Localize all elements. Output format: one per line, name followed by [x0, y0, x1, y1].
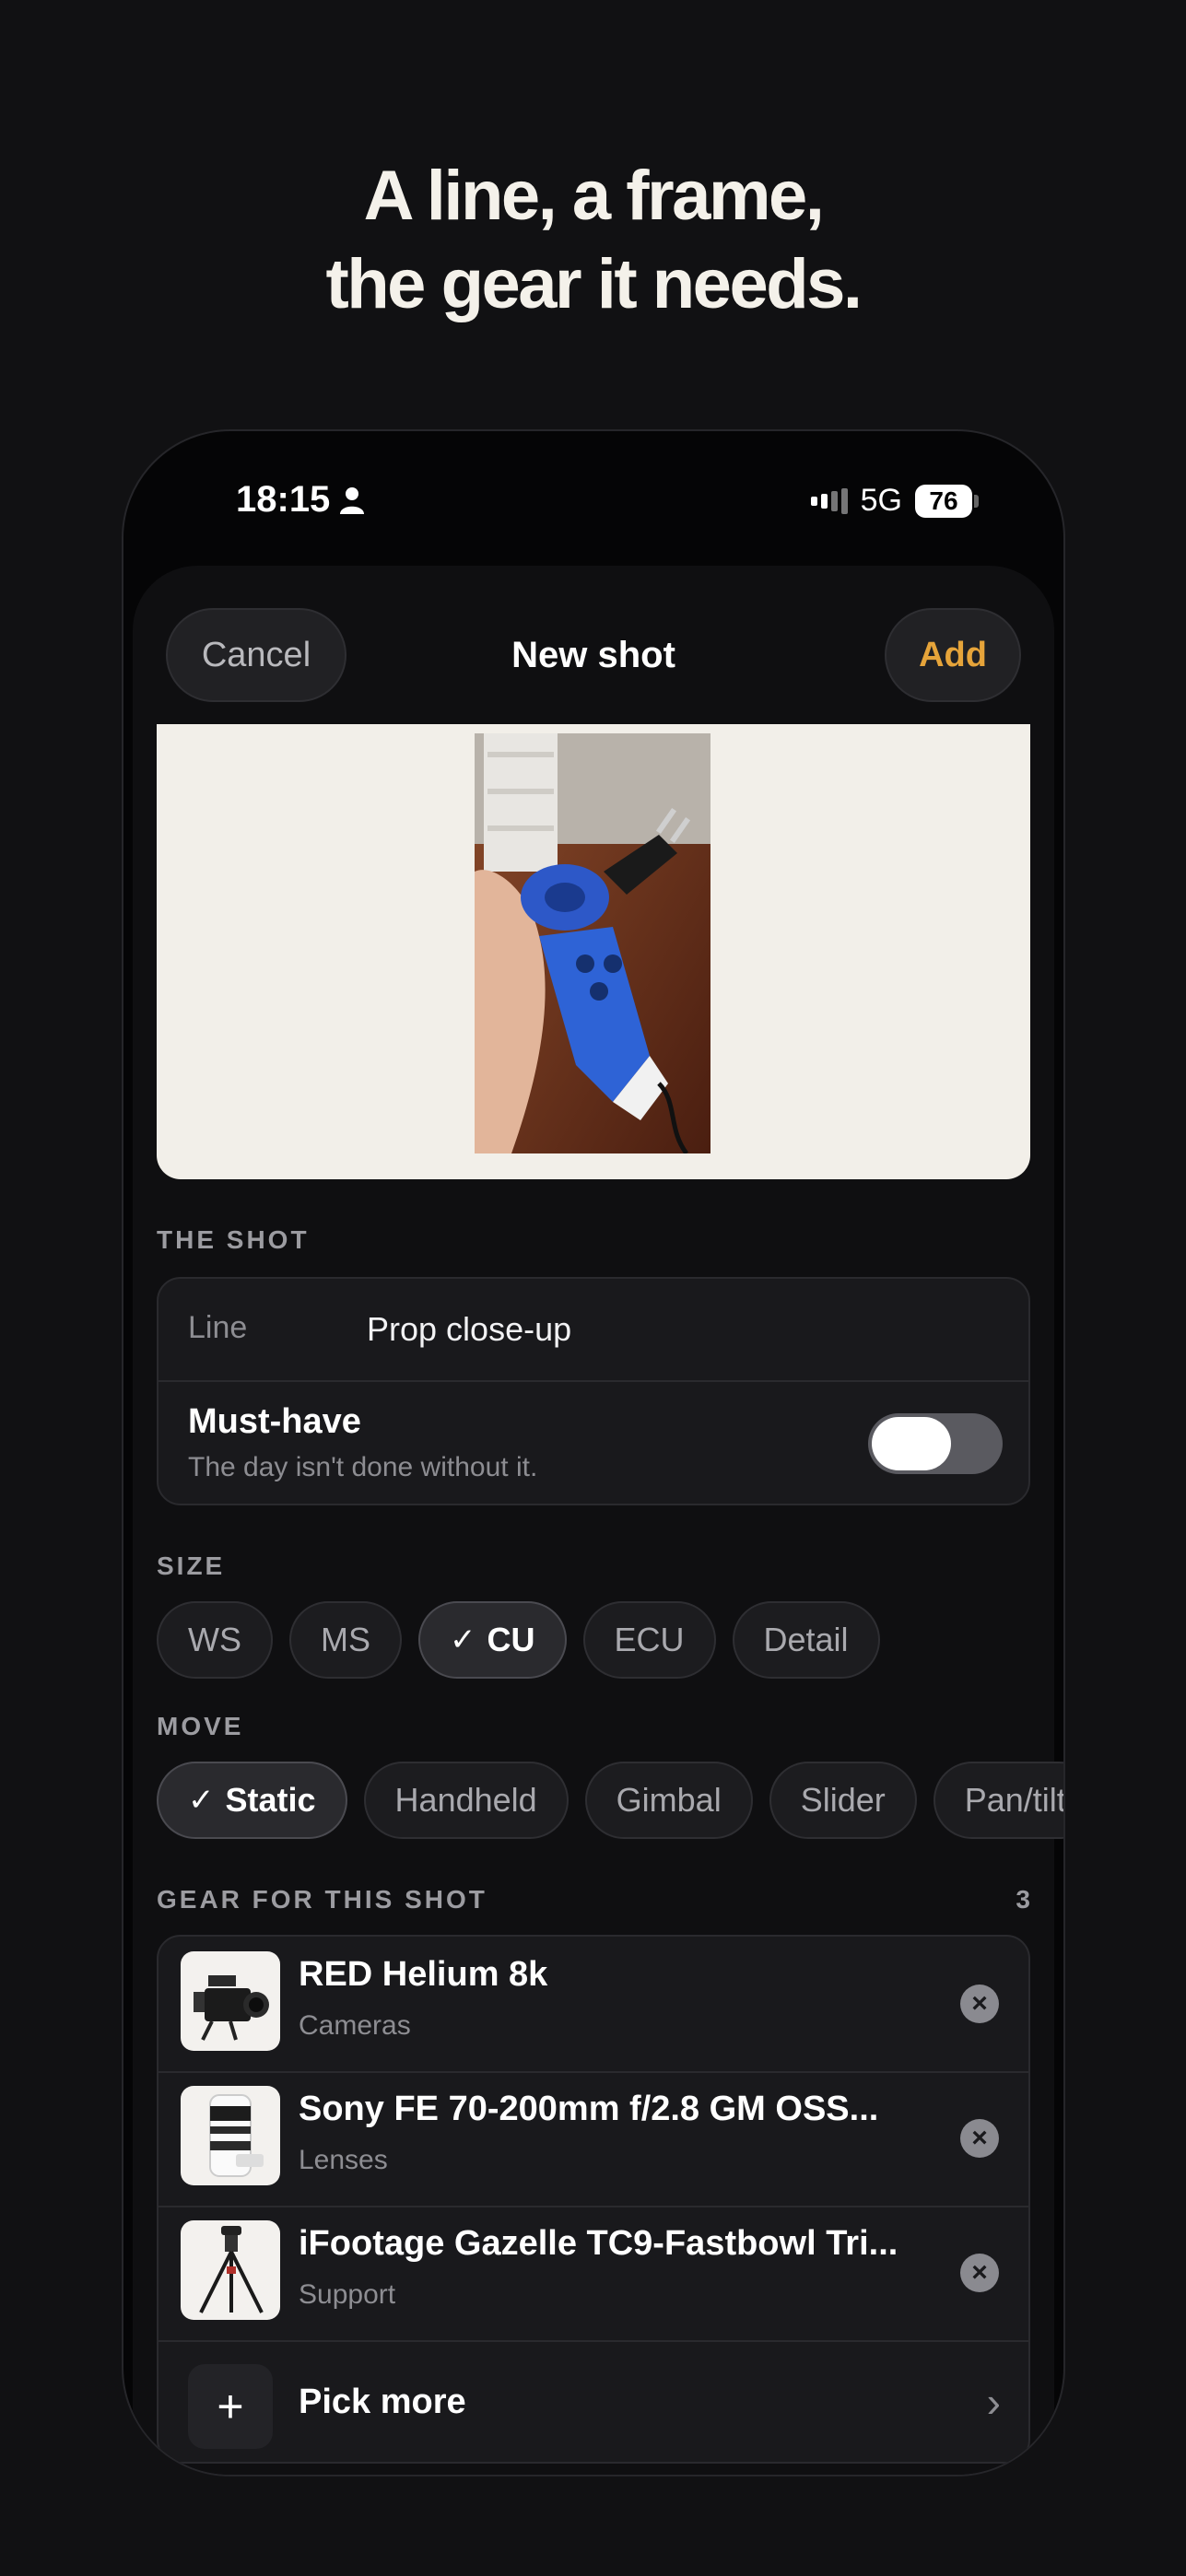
size-chip-cu[interactable]: ✓ CU [418, 1601, 567, 1679]
move-label: MOVE [157, 1712, 244, 1740]
must-have-toggle[interactable] [868, 1413, 1003, 1474]
frame-photo [475, 733, 710, 1153]
size-chip-ecu[interactable]: ECU [582, 1601, 716, 1679]
move-chip-static[interactable]: ✓ Static [157, 1762, 347, 1839]
move-options: ✓ Static Handheld Gimbal Slider Pan/tilt [157, 1762, 1063, 1839]
add-button[interactable]: Add [885, 608, 1021, 702]
must-have-title: Must-have [188, 1402, 361, 1441]
camera-thumb [181, 1951, 280, 2051]
gear-category: Cameras [299, 2010, 411, 2041]
gear-category: Lenses [299, 2145, 388, 2175]
checkmark-icon: ✓ [188, 1783, 215, 1818]
gear-item[interactable]: RED Helium 8k Cameras × [159, 1937, 1028, 2071]
gear-list: RED Helium 8k Cameras × Sony FE 70-200mm… [157, 1935, 1030, 2464]
tripod-thumb [181, 2220, 280, 2320]
chevron-right-icon: › [986, 2378, 1001, 2426]
battery-level: 76 [915, 484, 972, 518]
gear-count: 3 [1016, 1885, 1030, 1914]
signal-icon [810, 487, 848, 514]
headline-line-1: A line, a frame, [363, 157, 825, 235]
status-indicators: 5G 76 [810, 483, 979, 519]
plus-icon: + [188, 2364, 273, 2449]
pick-more-button[interactable]: + Pick more › [159, 2340, 1028, 2462]
gear-name: iFootage Gazelle TC9-Fastbowl Tri... [299, 2224, 898, 2263]
must-have-subtitle: The day isn't done without it. [188, 1452, 538, 1482]
gear-item[interactable]: iFootage Gazelle TC9-Fastbowl Tri... Sup… [159, 2206, 1028, 2340]
size-chip-detail[interactable]: Detail [732, 1601, 880, 1679]
line-label: Line [188, 1310, 248, 1345]
checkmark-icon: ✓ [450, 1622, 476, 1657]
size-options: WS MS ✓ CU ECU Detail [157, 1601, 880, 1679]
move-chip-pan-tilt[interactable]: Pan/tilt [933, 1762, 1063, 1839]
status-time: 18:15 [236, 479, 365, 521]
gear-name: RED Helium 8k [299, 1955, 548, 1994]
remove-gear-icon[interactable]: × [960, 2119, 999, 2158]
move-chip-handheld[interactable]: Handheld [363, 1762, 569, 1839]
pick-more-label: Pick more [299, 2383, 466, 2421]
the-shot-label: THE SHOT [157, 1225, 310, 1254]
network-type: 5G [860, 483, 902, 518]
remove-gear-icon[interactable]: × [960, 1985, 999, 2023]
cancel-button[interactable]: Cancel [166, 608, 346, 702]
remove-gear-icon[interactable]: × [960, 2254, 999, 2292]
gear-name: Sony FE 70-200mm f/2.8 GM OSS... [299, 2090, 879, 2128]
gear-category: Support [299, 2279, 396, 2310]
person-icon [340, 486, 365, 514]
new-shot-sheet: Cancel New shot Add THE SHOT Line Prop c… [133, 566, 1063, 2475]
gear-label: GEAR FOR THIS SHOT [157, 1885, 487, 1914]
size-label: SIZE [157, 1551, 226, 1580]
clock: 18:15 [236, 479, 331, 520]
move-chip-gimbal[interactable]: Gimbal [584, 1762, 753, 1839]
battery-icon: 76 [915, 484, 979, 518]
move-chip-slider[interactable]: Slider [769, 1762, 917, 1839]
headline-line-2: the gear it needs. [325, 245, 863, 323]
line-field[interactable]: Prop close-up [367, 1310, 571, 1349]
lens-thumb [181, 2086, 280, 2185]
frame-preview[interactable] [157, 724, 1030, 1179]
phone-frame: 18:15 5G 76 Cancel New shot Add THE SHOT… [122, 429, 1065, 2476]
size-chip-ms[interactable]: MS [289, 1601, 402, 1679]
gear-item[interactable]: Sony FE 70-200mm f/2.8 GM OSS... Lenses … [159, 2071, 1028, 2206]
headline: A line, a frame, the gear it needs. [0, 152, 1186, 329]
size-chip-ws[interactable]: WS [157, 1601, 273, 1679]
shot-details-card: Line Prop close-up Must-have The day isn… [157, 1277, 1030, 1505]
